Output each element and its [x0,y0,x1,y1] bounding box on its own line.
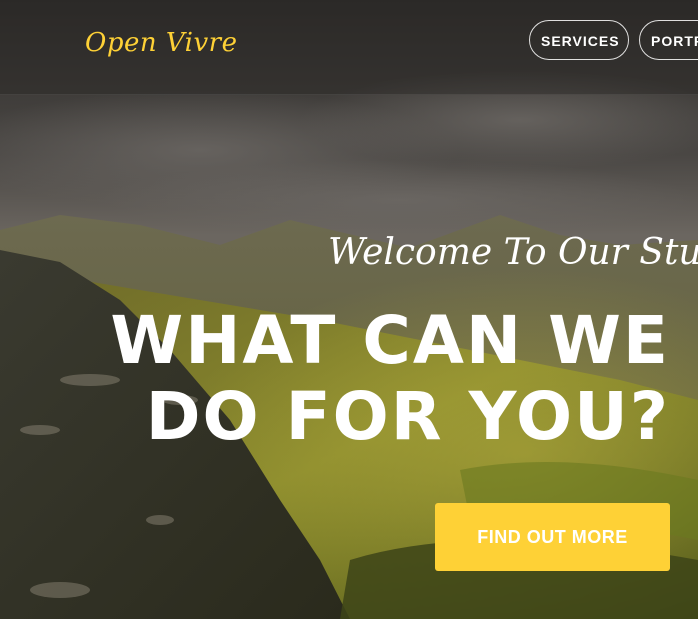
nav-item-services[interactable]: SERVICES [529,20,629,60]
top-navbar: Open Vivre SERVICES PORTFOLIO [0,0,698,95]
hero-section: Open Vivre SERVICES PORTFOLIO Welcome To… [0,0,698,619]
hero-welcome-text: Welcome To Our Studio! [328,232,698,273]
find-out-more-button[interactable]: FIND OUT MORE [435,503,670,571]
hero-headline: WHAT CAN WE DO FOR YOU? [110,302,670,455]
nav-item-portfolio[interactable]: PORTFOLIO [639,20,698,60]
brand-logo[interactable]: Open Vivre [85,28,238,58]
